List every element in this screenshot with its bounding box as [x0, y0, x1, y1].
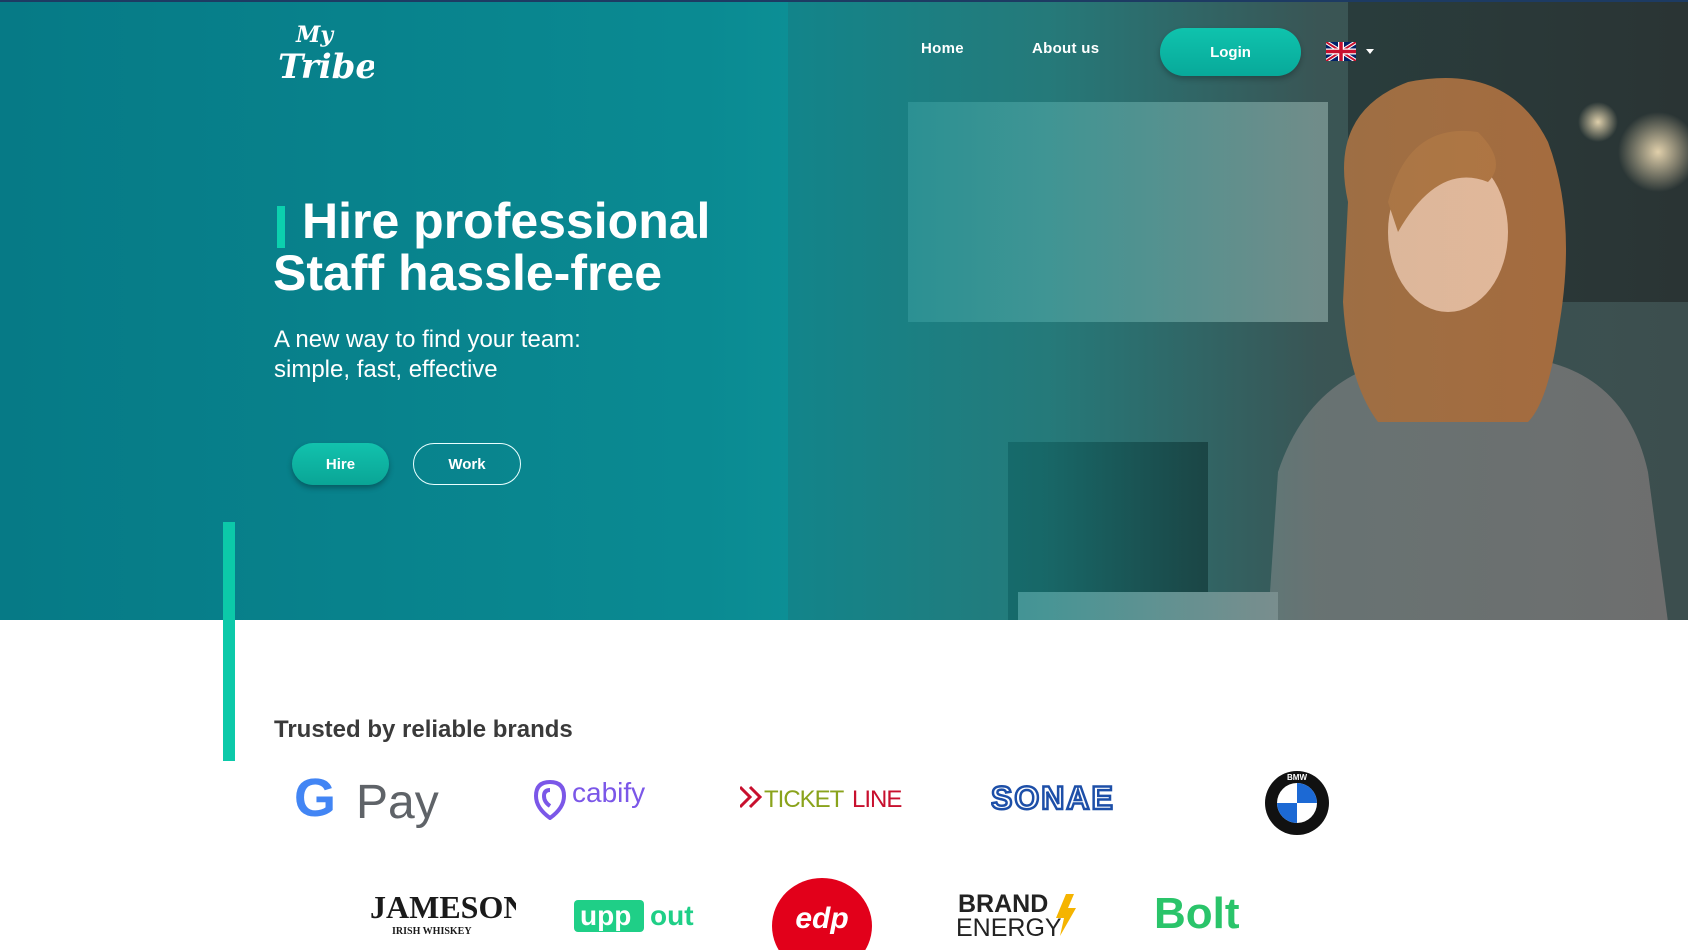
- gpay-g: G: [294, 768, 336, 828]
- hero-title-line1: Hire professional: [302, 193, 711, 249]
- brands-heading: Trusted by reliable brands: [274, 716, 573, 743]
- brand-energy-logo: BRAND ENERGY: [956, 890, 1076, 938]
- uppout-part-b: out: [650, 900, 694, 931]
- sonae-text: SONAE: [991, 782, 1115, 814]
- login-button[interactable]: Login: [1160, 28, 1301, 76]
- hero-subtitle-line1: A new way to find your team:: [274, 326, 581, 353]
- sonae-logo: SONAE: [991, 782, 1115, 814]
- logo-text-tribe: Tribe: [278, 47, 374, 87]
- uppout-part-a: upp: [580, 900, 631, 931]
- edp-text: edp: [795, 902, 848, 935]
- hero-title-line2: Staff hassle-free: [273, 245, 663, 301]
- language-selector[interactable]: [1326, 42, 1376, 62]
- ticketline-logo: TICKET LINE: [740, 785, 902, 812]
- hero-subtitle: A new way to find your team: simple, fas…: [274, 325, 581, 385]
- gpay-pay: Pay: [356, 776, 439, 829]
- logo-text-my: My: [295, 22, 335, 48]
- jameson-logo: JAMESON IRISH WHISKEY: [370, 889, 516, 937]
- cabify-logo: cabify: [534, 777, 645, 820]
- hero-overlay: [0, 2, 1688, 620]
- uppout-logo: upp out: [574, 900, 694, 932]
- bmw-logo: BMW: [1265, 771, 1329, 835]
- chevron-down-icon: [1366, 49, 1374, 54]
- bolt-text: Bolt: [1154, 889, 1240, 938]
- hero-subtitle-line2: simple, fast, effective: [274, 356, 498, 383]
- bmw-text: BMW: [1287, 773, 1307, 782]
- ticketline-part-a: TICKET: [764, 786, 845, 812]
- bolt-logo: Bolt: [1154, 889, 1240, 938]
- jameson-sub: IRISH WHISKEY: [392, 926, 472, 937]
- cabify-text: cabify: [572, 777, 645, 808]
- ticketline-part-b: LINE: [852, 786, 901, 812]
- nav-home-link[interactable]: Home: [921, 40, 964, 57]
- hire-button[interactable]: Hire: [292, 443, 389, 485]
- hero-title: Hire professional Staff hassle-free: [273, 195, 873, 299]
- hero-section: My Tribe Home About us Login Hire profes…: [0, 0, 1688, 620]
- uk-flag-icon: [1326, 42, 1356, 61]
- nav-about-link[interactable]: About us: [1032, 40, 1099, 57]
- gpay-logo: G Pay: [294, 768, 439, 829]
- mytribe-logo[interactable]: My Tribe: [274, 16, 374, 90]
- edp-logo: edp: [772, 878, 872, 950]
- brand-energy-part-b: ENERGY: [956, 914, 1062, 938]
- work-button[interactable]: Work: [413, 443, 521, 485]
- decorative-side-bar: [223, 522, 235, 761]
- jameson-text: JAMESON: [370, 889, 516, 925]
